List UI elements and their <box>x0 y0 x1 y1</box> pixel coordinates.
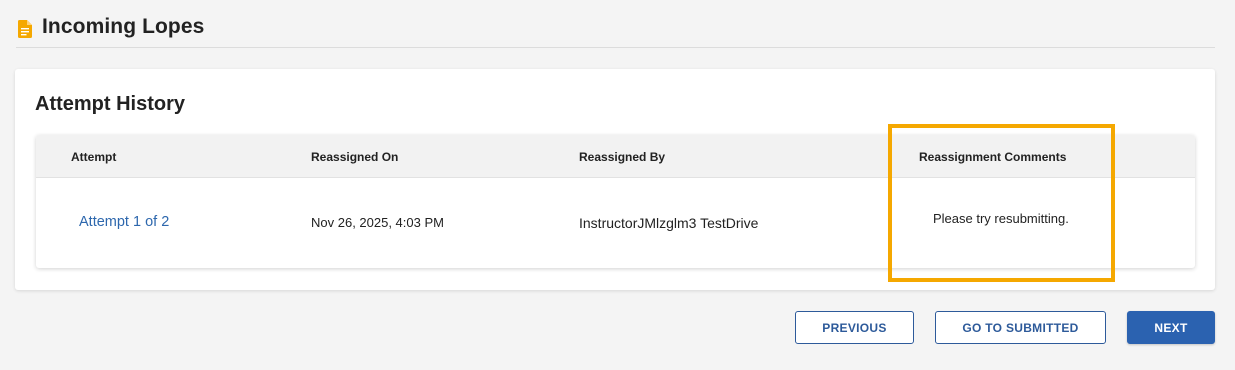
attempt-link[interactable]: Attempt 1 of 2 <box>79 214 169 230</box>
reassignment-comment-cell: Please try resubmitting. <box>933 211 1069 226</box>
reassigned-on-cell: Nov 26, 2025, 4:03 PM <box>311 215 444 230</box>
card-title: Attempt History <box>35 93 186 115</box>
table-header: Attempt Reassigned On Reassigned By Reas… <box>36 135 1195 178</box>
column-header-attempt: Attempt <box>71 150 117 164</box>
document-icon <box>18 19 32 38</box>
reassigned-by-cell: InstructorJMlzglm3 TestDrive <box>579 215 759 231</box>
column-header-reassignment-comments: Reassignment Comments <box>919 150 1067 164</box>
go-to-submitted-button[interactable]: GO TO SUBMITTED <box>935 311 1106 344</box>
page-header: Incoming Lopes <box>16 8 1215 48</box>
column-header-reassigned-by: Reassigned By <box>579 150 666 164</box>
attempt-history-table: Attempt Reassigned On Reassigned By Reas… <box>36 135 1195 268</box>
next-button[interactable]: NEXT <box>1127 311 1215 344</box>
attempt-history-card: Attempt History Attempt Reassigned On Re… <box>15 69 1215 290</box>
previous-button[interactable]: PREVIOUS <box>795 311 914 344</box>
column-header-reassigned-on: Reassigned On <box>311 150 399 164</box>
page-title: Incoming Lopes <box>42 14 205 38</box>
